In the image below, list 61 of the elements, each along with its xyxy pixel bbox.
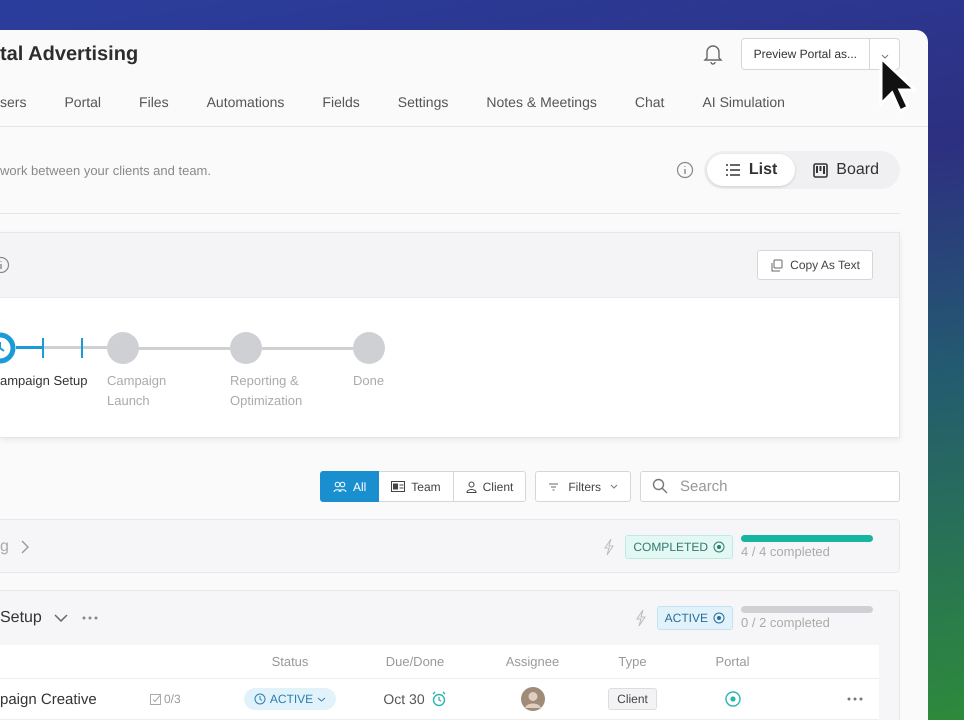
portal-visible-icon[interactable] [724, 691, 740, 707]
column-header: Assignee [504, 654, 560, 669]
nav-tab[interactable]: Chat [634, 94, 664, 110]
info-icon[interactable] [0, 256, 10, 274]
status-badge: ACTIVE [656, 606, 733, 630]
column-header: Portal [714, 654, 750, 669]
copy-icon [770, 258, 784, 272]
nav-tab[interactable]: Automations [206, 94, 284, 110]
due-date: Oct 30 [383, 691, 425, 707]
page-description: work between your clients and team. [0, 162, 212, 178]
people-icon [332, 480, 347, 492]
chevron-right-icon[interactable] [20, 540, 29, 554]
step-label: Done [353, 372, 386, 390]
nav-tab[interactable]: Files [139, 94, 169, 110]
info-icon[interactable] [676, 161, 694, 179]
nav-tab[interactable]: AI Simulation [702, 94, 785, 110]
nav-tab[interactable]: Portal [64, 94, 102, 110]
search-field[interactable]: Search [640, 471, 900, 502]
more-icon[interactable] [82, 616, 98, 620]
caret-icon [880, 54, 888, 58]
status-badge: COMPLETED [625, 535, 733, 559]
filter-icon [548, 482, 560, 490]
nav-tab[interactable]: Settings [398, 94, 448, 110]
column-header: Type [617, 654, 648, 669]
copy-as-text-button[interactable]: Copy As Text [757, 250, 873, 280]
avatar-icon[interactable] [520, 687, 544, 711]
column-header: Status [270, 654, 310, 669]
nav-tab[interactable]: Notes & Meetings [486, 94, 597, 110]
step-label: ampaign Setup [0, 372, 88, 390]
bell-icon[interactable] [702, 43, 723, 65]
lightning-icon[interactable] [634, 609, 647, 627]
nav-tab[interactable]: Fields [322, 94, 360, 110]
task-name[interactable]: paign Creative [0, 690, 150, 708]
clock-icon [254, 693, 266, 705]
nav-tab[interactable]: sers [0, 94, 26, 110]
audience-filter-tab[interactable]: Team [379, 471, 454, 502]
checklist-count: 0/3 [150, 692, 181, 706]
group-title[interactable]: Setup [0, 609, 42, 627]
step-label: Reporting & Optimization [230, 372, 304, 410]
progress-text: 0 / 2 completed [741, 615, 831, 630]
filters-button[interactable]: Filters [535, 471, 631, 502]
id-card-icon [391, 481, 406, 492]
list-icon [724, 163, 741, 177]
more-icon[interactable] [847, 697, 863, 701]
page-title: tal Advertising [0, 42, 140, 66]
caret-icon [610, 484, 618, 489]
audience-filter-tab[interactable]: All [320, 471, 380, 502]
type-tag: Client [608, 688, 657, 710]
caret-icon [317, 696, 326, 702]
chevron-down-icon[interactable] [54, 614, 68, 622]
person-icon [466, 480, 477, 492]
status-dropdown[interactable]: ACTIVE [244, 688, 336, 710]
view-tab[interactable]: List [706, 154, 796, 186]
step-label: Campaign Launch [107, 372, 168, 410]
board-icon [813, 162, 828, 178]
view-tab[interactable]: Board [795, 154, 897, 186]
column-header: Due/Done [384, 654, 446, 669]
audience-filter-tab[interactable]: Client [454, 471, 526, 502]
alarm-clock-icon[interactable] [430, 691, 447, 707]
progress-text: 4 / 4 completed [741, 544, 831, 559]
lightning-icon[interactable] [603, 538, 616, 556]
